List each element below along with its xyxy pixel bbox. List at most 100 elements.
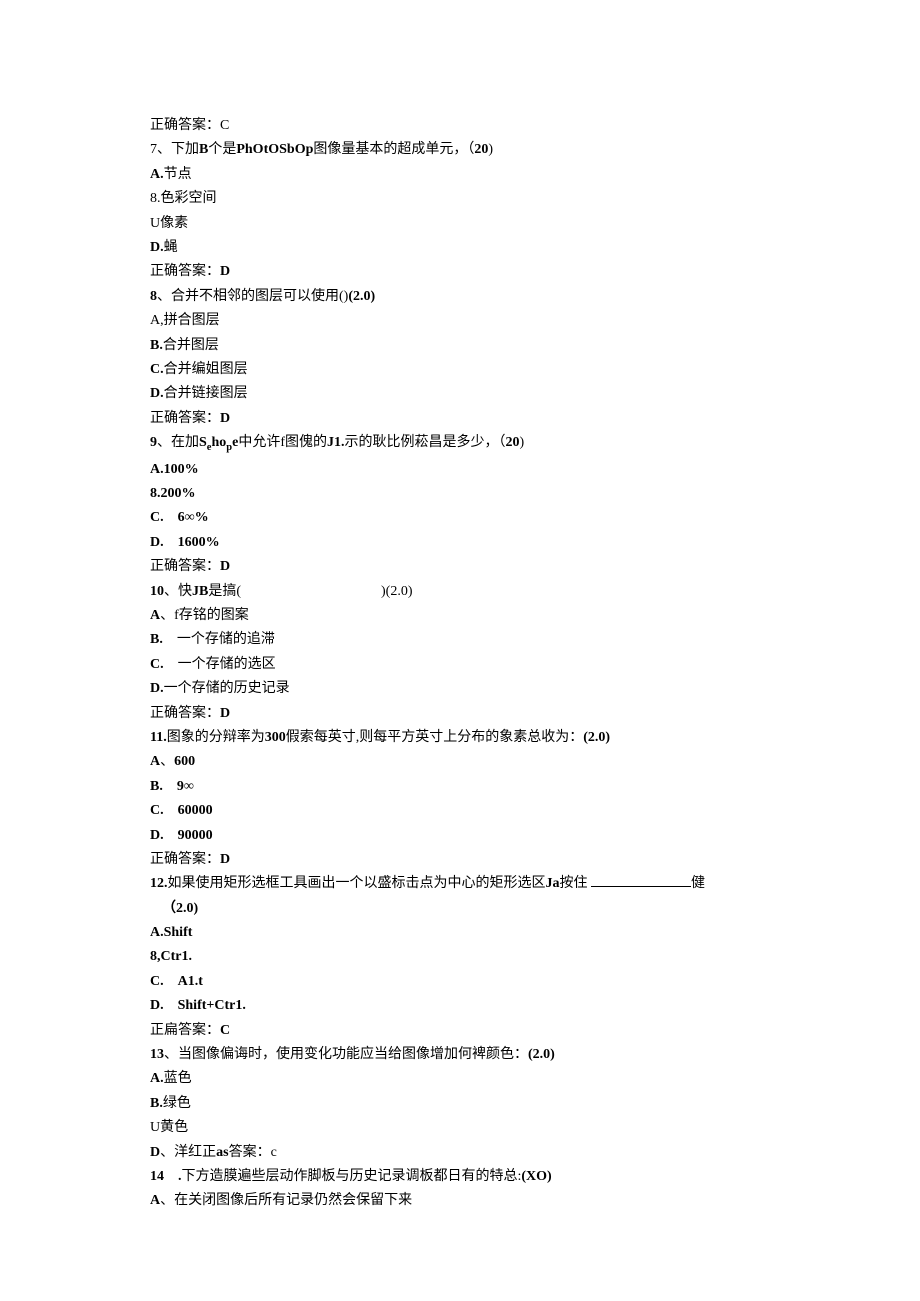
text: S bbox=[199, 435, 207, 450]
text: 图像量基本的超成单元，（ bbox=[313, 142, 474, 157]
q12-option-d: D. Shift+Ctr1. bbox=[150, 995, 770, 1017]
q12-answer: 正扁答案：C bbox=[150, 1020, 770, 1042]
q12-stem-line2: （2.0) bbox=[150, 898, 770, 920]
text: 20 bbox=[506, 435, 520, 450]
q7-stem: 7、下加B个是PhOtOSbOp图像量基本的超成单元，（20) bbox=[150, 139, 770, 161]
text: 个是 bbox=[208, 142, 236, 157]
text: A bbox=[150, 1193, 160, 1208]
text: 蓝色 bbox=[164, 1071, 192, 1086]
q9-answer: 正确答案：D bbox=[150, 556, 770, 578]
text: 、当图像偏诲时，使用变化功能应当给图像增加何裨颜色： bbox=[164, 1047, 528, 1062]
q8-option-a: A,拼合图层 bbox=[150, 310, 770, 332]
text: B. bbox=[150, 1096, 163, 1111]
q14-option-a: A、在关闭图像后所有记录仍然会保留下来 bbox=[150, 1190, 770, 1212]
q8-option-b: B.合并图层 bbox=[150, 335, 770, 357]
q11-option-a: A、600 bbox=[150, 751, 770, 773]
blank-underline bbox=[591, 873, 691, 887]
text: 14 . bbox=[150, 1169, 182, 1184]
q13-option-b: B.绿色 bbox=[150, 1093, 770, 1115]
q11-option-b: B. 9∞ bbox=[150, 776, 770, 798]
text: 中允许f图傀的 bbox=[238, 435, 327, 450]
q10-stem: 10、快JB是搞( )(2.0) bbox=[150, 581, 770, 603]
text: 9 bbox=[150, 435, 157, 450]
text: Sehope bbox=[199, 435, 238, 450]
text: (2.0) bbox=[348, 289, 375, 304]
text: 、洋红正 bbox=[160, 1145, 216, 1160]
text: 健 bbox=[691, 876, 705, 891]
q13-stem: 13、当图像偏诲时，使用变化功能应当给图像增加何裨颜色：(2.0) bbox=[150, 1044, 770, 1066]
q13-option-c: U黄色 bbox=[150, 1117, 770, 1139]
text: 合并编姐图层 bbox=[164, 362, 248, 377]
text: 一个存储的选区 bbox=[164, 657, 276, 672]
text: as bbox=[216, 1145, 228, 1160]
q8-answer: 正确答案：D bbox=[150, 408, 770, 430]
q10-option-b: B. 一个存储的追滞 bbox=[150, 629, 770, 651]
q9-option-d: D. 1600% bbox=[150, 532, 770, 554]
text: 8 bbox=[150, 289, 157, 304]
text: D bbox=[220, 264, 230, 279]
text: D bbox=[150, 1145, 160, 1160]
text: 7、下加 bbox=[150, 142, 199, 157]
text: D. bbox=[150, 681, 164, 696]
q11-option-c: C. 60000 bbox=[150, 800, 770, 822]
text: 节点 bbox=[164, 167, 192, 182]
text: ho bbox=[211, 435, 226, 450]
text: C bbox=[220, 1023, 230, 1038]
q13-option-d: D、洋红正as答案：c bbox=[150, 1142, 770, 1164]
q9-stem: 9、在加Sehope中允许f图傀的J1.示的耿比例菘昌是多少，（20) bbox=[150, 432, 770, 457]
q14-stem: 14 .下方造膜遍些层动作脚板与历史记录调板都日有的特总:(XO) bbox=[150, 1166, 770, 1188]
q10-option-c: C. 一个存储的选区 bbox=[150, 654, 770, 676]
text: 绿色 bbox=[163, 1096, 191, 1111]
q12-stem: 12.如果使用矩形选框工具画出一个以盛标击点为中心的矩形选区Ja按住 健 bbox=[150, 873, 770, 895]
q10-option-d: D.一个存储的历史记录 bbox=[150, 678, 770, 700]
text: D bbox=[220, 411, 230, 426]
text: B bbox=[199, 142, 208, 157]
text: J1. bbox=[327, 435, 345, 450]
text: 下方造膜遍些层动作脚板与历史记录调板都日有的特总: bbox=[182, 1169, 522, 1184]
text: 10 bbox=[150, 584, 164, 599]
q10-answer: 正确答案：D bbox=[150, 703, 770, 725]
text: 、合并不相邻的图层可以使用() bbox=[157, 289, 348, 304]
text: 300 bbox=[265, 730, 286, 745]
text: 蝇 bbox=[164, 240, 178, 255]
text: A bbox=[150, 754, 160, 769]
text: 合并图层 bbox=[163, 338, 219, 353]
text: A. bbox=[150, 1071, 164, 1086]
q12-option-c: C. A1.t bbox=[150, 971, 770, 993]
text: D bbox=[220, 706, 230, 721]
q9-option-a: A.100% bbox=[150, 459, 770, 481]
text: 答案：c bbox=[229, 1145, 277, 1160]
q8-option-d: D.合并链接图层 bbox=[150, 383, 770, 405]
text: C. bbox=[150, 657, 164, 672]
text: D. bbox=[150, 386, 164, 401]
text: Ja bbox=[546, 876, 560, 891]
text: (2.0) bbox=[528, 1047, 555, 1062]
q12-option-b: 8,Ctr1. bbox=[150, 946, 770, 968]
text: 合并链接图层 bbox=[164, 386, 248, 401]
text: （2.0) bbox=[162, 901, 198, 916]
q11-option-d: D. 90000 bbox=[150, 825, 770, 847]
text: 示的耿比例菘昌是多少，（ bbox=[345, 435, 506, 450]
text: 、快 bbox=[164, 584, 192, 599]
text: ) bbox=[520, 435, 525, 450]
q10-option-a: A、f存铭的图案 bbox=[150, 605, 770, 627]
q11-answer: 正确答案：D bbox=[150, 849, 770, 871]
text: 、 bbox=[160, 754, 174, 769]
q13-option-a: A.蓝色 bbox=[150, 1068, 770, 1090]
q9-option-b: 8.200% bbox=[150, 483, 770, 505]
text: 一个存储的历史记录 bbox=[164, 681, 290, 696]
text: 、f存铭的图案 bbox=[160, 608, 249, 623]
text: B. bbox=[150, 632, 163, 647]
text: 图象的分辩率为 bbox=[167, 730, 265, 745]
q8-option-c: C.合并编姐图层 bbox=[150, 359, 770, 381]
q12-option-a: A.Shift bbox=[150, 922, 770, 944]
text: ) bbox=[488, 142, 493, 157]
text: 、在加 bbox=[157, 435, 199, 450]
q7-option-b: 8.色彩空间 bbox=[150, 188, 770, 210]
text: JB bbox=[192, 584, 208, 599]
text: 13 bbox=[150, 1047, 164, 1062]
text: (2.0) bbox=[583, 730, 610, 745]
answer-prev: 正确答案：C bbox=[150, 115, 770, 137]
text: D. bbox=[150, 240, 164, 255]
q7-option-a: A.节点 bbox=[150, 164, 770, 186]
